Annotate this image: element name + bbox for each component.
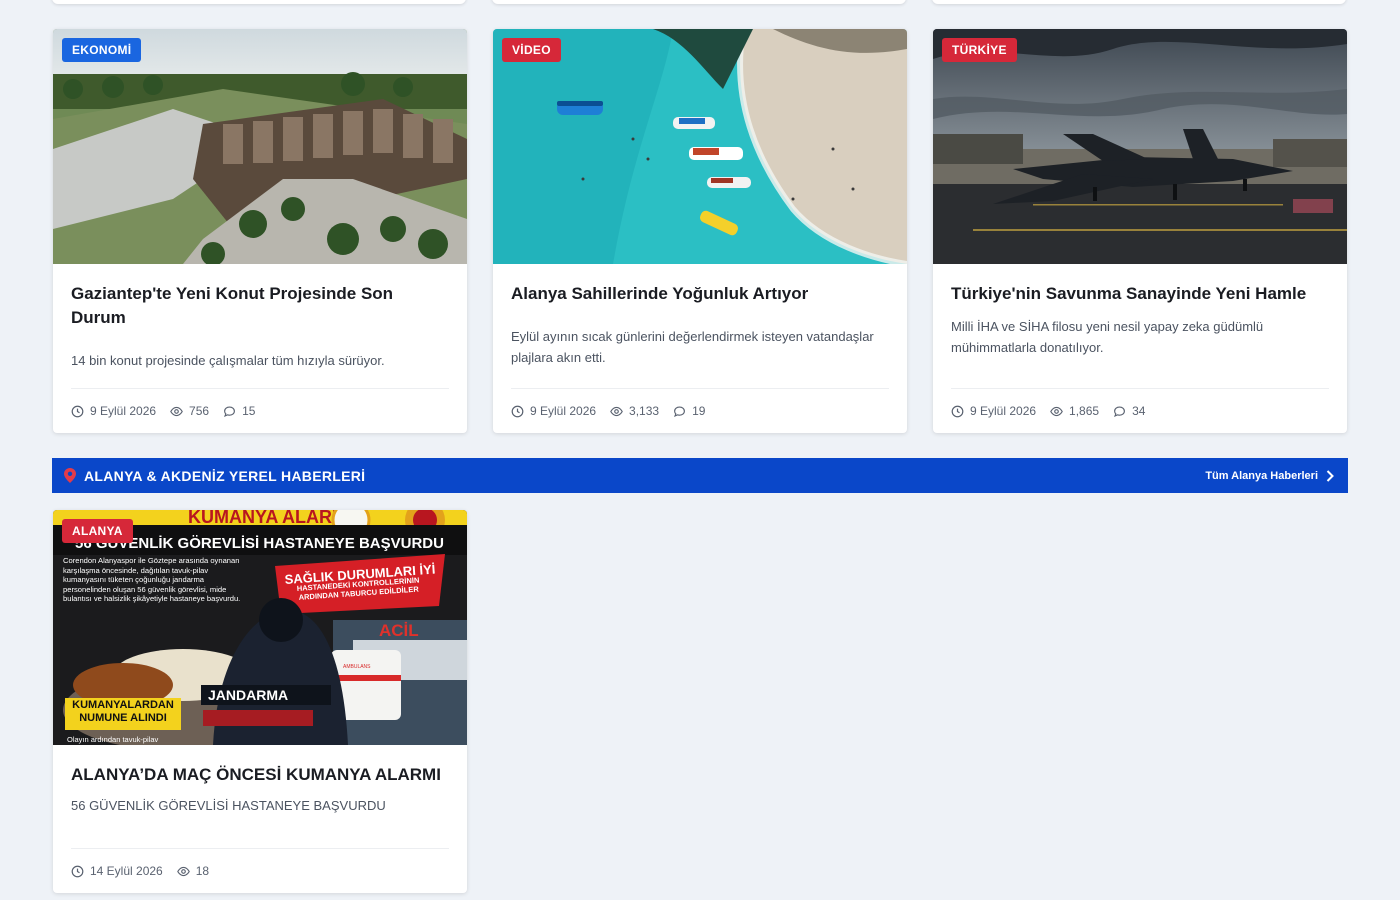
img-jandarma: JANDARMA bbox=[208, 687, 288, 703]
views-count: 3,133 bbox=[629, 404, 660, 418]
eye-icon bbox=[1050, 406, 1063, 416]
date-text: 9 Eylül 2026 bbox=[970, 404, 1037, 418]
views-meta: 756 bbox=[170, 404, 209, 418]
category-badge[interactable]: ALANYA bbox=[62, 519, 133, 543]
date-text: 14 Eylül 2026 bbox=[90, 864, 163, 878]
news-meta: 9 Eylül 2026 756 15 bbox=[71, 388, 449, 433]
news-card-defense[interactable]: TÜRKİYE Türkiye'nin Savunma Sanayinde Ye… bbox=[933, 29, 1347, 433]
comments-meta[interactable]: 15 bbox=[223, 404, 255, 418]
views-meta: 1,865 bbox=[1050, 404, 1099, 418]
date-meta: 9 Eylül 2026 bbox=[71, 404, 156, 418]
comment-icon bbox=[224, 405, 236, 417]
news-meta: 9 Eylül 2026 3,133 19 bbox=[511, 388, 889, 433]
card-stub bbox=[932, 0, 1346, 4]
views-count: 1,865 bbox=[1069, 404, 1100, 418]
news-title[interactable]: Türkiye'nin Savunma Sanayinde Yeni Hamle bbox=[951, 282, 1329, 306]
news-card-gaziantep[interactable]: EKONOMİ Gaziantep'te Yeni Konut Projesin… bbox=[53, 29, 467, 433]
news-card-kumanya[interactable]: KUMANYA ALARMI ALANYASPOR 56 GÜVENLİK GÖ… bbox=[53, 510, 467, 893]
news-summary: Eylül ayının sıcak günlerini değerlendir… bbox=[511, 329, 874, 365]
news-title[interactable]: Alanya Sahillerinde Yoğunluk Artıyor bbox=[511, 282, 889, 306]
img-caption: Olayın ardından tavuk-pilav bbox=[67, 735, 159, 744]
news-title[interactable]: Gaziantep'te Yeni Konut Projesinde Son D… bbox=[71, 282, 449, 330]
card-stub bbox=[52, 0, 466, 4]
card-stub bbox=[492, 0, 906, 4]
section-title-text: ALANYA & AKDENİZ YEREL HABERLERİ bbox=[84, 467, 366, 484]
fighter-jet-image bbox=[933, 29, 1347, 264]
img-ambulans: AMBULANS bbox=[343, 664, 371, 670]
date-text: 9 Eylül 2026 bbox=[530, 404, 597, 418]
chevron-right-icon bbox=[1326, 469, 1334, 482]
clock-icon bbox=[71, 405, 84, 417]
news-image-housing[interactable]: EKONOMİ bbox=[53, 29, 467, 264]
date-meta: 14 Eylül 2026 bbox=[71, 864, 163, 878]
section-title: ALANYA & AKDENİZ YEREL HABERLERİ bbox=[64, 468, 365, 484]
category-badge[interactable]: VİDEO bbox=[502, 38, 561, 62]
date-meta: 9 Eylül 2026 bbox=[511, 404, 596, 418]
date-meta: 9 Eylül 2026 bbox=[951, 404, 1036, 418]
kumanya-infographic-image: KUMANYA ALARMI ALANYASPOR 56 GÜVENLİK GÖ… bbox=[53, 510, 467, 745]
clock-icon bbox=[71, 865, 84, 877]
section-header-alanya: ALANYA & AKDENİZ YEREL HABERLERİ Tüm Ala… bbox=[52, 458, 1348, 493]
news-image-beach[interactable]: VİDEO bbox=[493, 29, 907, 264]
views-count: 18 bbox=[195, 864, 210, 878]
eye-icon bbox=[176, 866, 190, 876]
news-image-kumanya[interactable]: KUMANYA ALARMI ALANYASPOR 56 GÜVENLİK GÖ… bbox=[53, 510, 467, 745]
category-badge[interactable]: EKONOMİ bbox=[62, 38, 142, 62]
comments-count: 19 bbox=[692, 404, 706, 418]
img-acil: ACİL bbox=[379, 621, 419, 640]
views-meta: 3,133 bbox=[610, 404, 659, 418]
comments-meta[interactable]: 34 bbox=[1113, 404, 1145, 418]
img-sample: KUMANYALARDAN NUMUNE ALINDI bbox=[72, 699, 174, 724]
news-summary: 14 bin konut projesinde çalışmalar tüm h… bbox=[71, 353, 385, 368]
map-pin-icon bbox=[64, 468, 76, 483]
beach-aerial-image bbox=[493, 29, 907, 264]
news-meta: 14 Eylül 2026 18 bbox=[71, 848, 449, 893]
img-headline: KUMANYA ALARMI bbox=[188, 510, 352, 527]
news-card-alanya-beach[interactable]: VİDEO Alanya Sahillerinde Yoğunluk Artıy… bbox=[493, 29, 907, 433]
views-meta: 18 bbox=[176, 864, 210, 878]
all-alanya-news-link[interactable]: Tüm Alanya Haberleri bbox=[1205, 470, 1334, 482]
comments-count: 34 bbox=[1132, 404, 1146, 418]
category-badge[interactable]: TÜRKİYE bbox=[942, 38, 1017, 62]
news-summary: Milli İHA ve SİHA filosu yeni nesil yapa… bbox=[951, 319, 1264, 355]
views-count: 756 bbox=[189, 404, 210, 418]
news-meta: 9 Eylül 2026 1,865 34 bbox=[951, 388, 1329, 433]
comment-icon bbox=[1114, 405, 1126, 417]
comments-count: 15 bbox=[242, 404, 256, 418]
eye-icon bbox=[610, 406, 623, 416]
date-text: 9 Eylül 2026 bbox=[90, 404, 157, 418]
eye-icon bbox=[170, 406, 183, 416]
news-image-jet[interactable]: TÜRKİYE bbox=[933, 29, 1347, 264]
news-summary: 56 GÜVENLİK GÖREVLİSİ HASTANEYE BAŞVURDU bbox=[71, 798, 386, 813]
comments-meta[interactable]: 19 bbox=[673, 404, 705, 418]
housing-render-image bbox=[53, 29, 467, 264]
img-body-text: Corendon Alanyaspor ile Göztepe arasında… bbox=[63, 556, 241, 604]
section-link-text[interactable]: Tüm Alanya Haberleri bbox=[1205, 470, 1318, 482]
news-title[interactable]: ALANYA’DA MAÇ ÖNCESİ KUMANYA ALARMI bbox=[71, 763, 449, 787]
comment-icon bbox=[674, 405, 686, 417]
clock-icon bbox=[511, 405, 524, 417]
clock-icon bbox=[951, 405, 964, 417]
